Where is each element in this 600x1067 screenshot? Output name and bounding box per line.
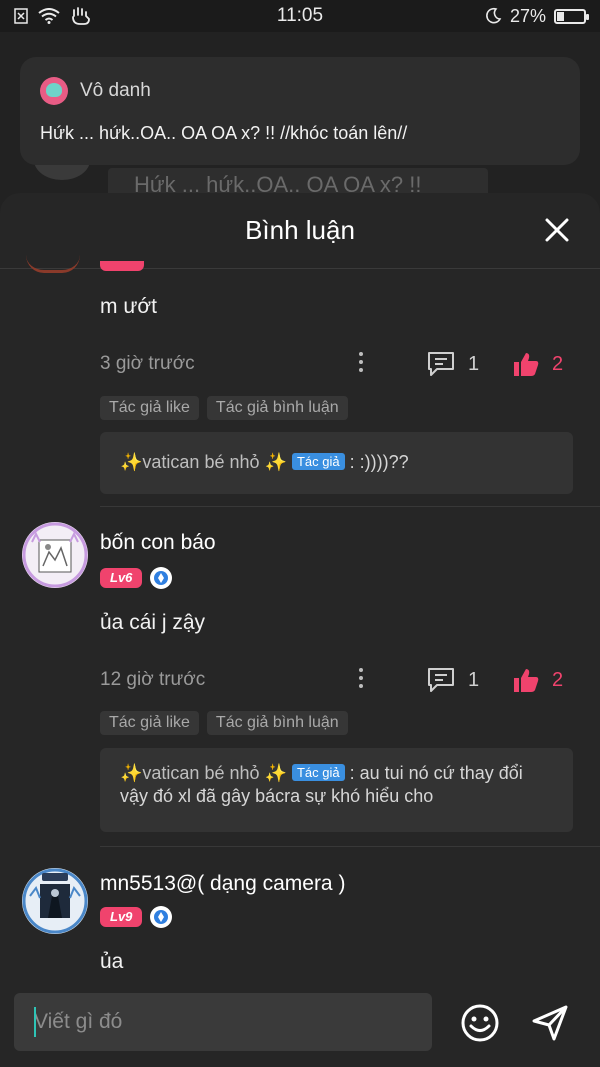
reply-text: : :))))??	[349, 452, 409, 472]
reply-button[interactable]: 1	[426, 351, 479, 377]
comment-time: 3 giờ trước	[100, 353, 195, 374]
comment-meta: 12 giờ trước 1 2	[100, 665, 580, 695]
divider	[100, 506, 600, 507]
gem-icon	[150, 906, 173, 928]
like-button[interactable]: 2	[512, 667, 563, 693]
avatar[interactable]	[22, 522, 88, 588]
user-badges: Lv6	[100, 567, 173, 589]
avatar-image	[22, 522, 88, 588]
author-badge: Tác giả	[291, 453, 345, 470]
text-caret	[34, 1007, 36, 1037]
level-badge: Lv9	[100, 907, 143, 927]
level-badge: Lv6	[100, 568, 143, 588]
comment-text: ủa	[100, 950, 124, 973]
thumbs-up-icon	[514, 669, 539, 692]
battery-percent: 27%	[509, 5, 546, 26]
author-reply[interactable]: ✨vatican bé nhỏ ✨ Tác giả : :))))??	[100, 432, 573, 494]
avatar[interactable]	[22, 868, 88, 934]
divider	[100, 846, 600, 847]
tag-author-like: Tác giả like	[100, 711, 199, 735]
comment-tags: Tác giả like Tác giả bình luận	[100, 396, 348, 420]
user-badges: Lv9	[100, 906, 173, 928]
comment-meta: 3 giờ trước 1 2	[100, 349, 580, 379]
author-reply[interactable]: ✨vatican bé nhỏ ✨ Tác giả : au tui nó cứ…	[100, 748, 573, 832]
popup-text: Hứk ... hứk..OA.. OA OA x? !! //khóc toá…	[40, 123, 408, 143]
comment-text: m ướt	[100, 295, 157, 318]
comment-author[interactable]: mn5513@( dạng camera )	[100, 872, 345, 896]
battery-fill	[557, 11, 565, 21]
status-icons-right: 27%	[484, 0, 589, 32]
popup-header: Vô danh	[40, 77, 560, 105]
gem-icon	[150, 567, 173, 589]
like-count: 2	[552, 668, 564, 691]
popup-avatar	[40, 77, 68, 105]
comment-tags: Tác giả like Tác giả bình luận	[100, 711, 348, 735]
sheet-title: Bình luận	[245, 215, 355, 245]
comments-sheet: Bình luận m ướt 3 giờ trước 1 2 Tác giả …	[0, 193, 600, 1067]
moon-icon	[486, 7, 502, 24]
more-icon[interactable]	[356, 352, 366, 376]
reply-button[interactable]: 1	[426, 667, 479, 693]
close-icon[interactable]	[544, 217, 570, 243]
send-icon[interactable]	[530, 1003, 570, 1043]
partial-level-badge	[100, 261, 144, 271]
reply-author: ✨vatican bé nhỏ ✨	[120, 763, 287, 783]
comment-icon	[428, 352, 454, 376]
comment-time: 12 giờ trước	[100, 669, 206, 690]
tag-author-like: Tác giả like	[100, 396, 199, 420]
comment-author[interactable]: bốn con báo	[100, 531, 216, 555]
comment-popup[interactable]: Vô danh Hứk ... hứk..OA.. OA OA x? !! //…	[20, 57, 580, 165]
comment-icon	[428, 668, 454, 692]
like-button[interactable]: 2	[512, 351, 563, 377]
comment-text: ủa cái j zậy	[100, 611, 206, 634]
popup-author: Vô danh	[80, 80, 151, 101]
battery-icon	[554, 8, 589, 24]
reply-author: ✨vatican bé nhỏ ✨	[120, 452, 287, 472]
thumbs-up-icon	[514, 353, 539, 376]
emoji-icon[interactable]	[460, 1003, 500, 1043]
more-icon[interactable]	[356, 668, 366, 692]
comment-input[interactable]	[14, 993, 432, 1051]
reply-count: 1	[468, 352, 480, 375]
status-bar: 11:05 27%	[0, 0, 600, 32]
avatar-image	[22, 868, 88, 934]
sheet-header: Bình luận	[0, 193, 600, 269]
partial-avatar	[26, 255, 80, 273]
like-count: 2	[552, 352, 564, 375]
author-badge: Tác giả	[291, 764, 345, 781]
tag-author-comment: Tác giả bình luận	[206, 711, 348, 735]
tag-author-comment: Tác giả bình luận	[206, 396, 348, 420]
reply-count: 1	[468, 668, 480, 691]
comment-input-bar	[0, 983, 600, 1067]
